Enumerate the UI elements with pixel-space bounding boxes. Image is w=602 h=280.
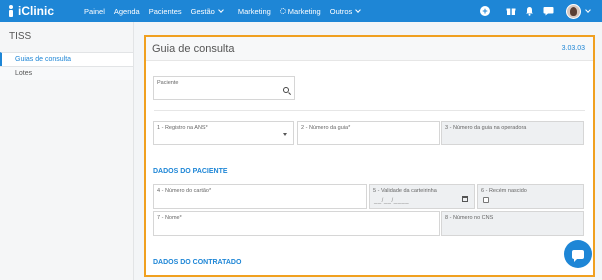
- ans-registry-label: 1 - Registro na ANS*: [157, 125, 208, 131]
- avatar: [566, 3, 581, 19]
- guide-number-label: 2 - Número da guia*: [301, 125, 351, 131]
- nav-item-outros-label: Outros: [329, 6, 353, 16]
- nav-item-marketing-settings[interactable]: Marketing: [279, 6, 321, 16]
- chevron-down-icon: [218, 7, 224, 13]
- card-validity-input[interactable]: 5 - Validade da carteirinha __/__/____: [369, 184, 475, 209]
- newborn-label: 6 - Recém nascido: [481, 188, 527, 194]
- add-button[interactable]: +: [480, 6, 490, 16]
- operator-guide-number-input: 3 - Número da guia na operadora: [441, 121, 584, 145]
- patient-name-label: 7 - Nome*: [157, 215, 182, 221]
- guide-form-card: Guia de consulta 3.03.03 Paciente 1 - Re…: [144, 35, 595, 277]
- cns-number-input: 8 - Número no CNS: [441, 211, 584, 236]
- card-number-label: 4 - Número do cartão*: [157, 188, 212, 194]
- cns-number-label: 8 - Número no CNS: [445, 215, 494, 221]
- chat-icon: [572, 249, 584, 262]
- search-icon[interactable]: [283, 87, 289, 93]
- gift-icon[interactable]: [506, 6, 516, 16]
- brand-name: iClinic: [18, 4, 55, 18]
- patient-search-input[interactable]: Paciente: [153, 76, 295, 100]
- chevron-down-icon: [283, 133, 287, 136]
- sidebar-title: TISS: [9, 31, 32, 42]
- message-icon[interactable]: [543, 6, 554, 16]
- chat-button[interactable]: [564, 240, 592, 268]
- card-validity-value: __/__/____: [374, 198, 410, 204]
- card-number-input[interactable]: 4 - Número do cartão*: [153, 184, 367, 209]
- section-patient-data: DADOS DO PACIENTE: [153, 168, 228, 175]
- nav-item-gestao[interactable]: Gestão: [190, 6, 224, 16]
- newborn-checkbox[interactable]: [483, 197, 489, 203]
- chevron-down-icon: [355, 7, 362, 13]
- nav-item-marketing[interactable]: Marketing: [238, 7, 271, 16]
- section-contracted-data: DADOS DO CONTRATADO: [153, 259, 242, 266]
- sidebar: TISS Guias de consulta Lotes: [0, 22, 134, 280]
- ans-registry-select[interactable]: 1 - Registro na ANS*: [153, 121, 294, 145]
- nav-item-outros[interactable]: Outros: [329, 6, 362, 16]
- chevron-down-icon: [585, 7, 591, 13]
- sidebar-item-lotes[interactable]: Lotes: [0, 66, 133, 80]
- divider: [154, 110, 585, 111]
- plus-circle-icon: +: [480, 6, 490, 16]
- nav-item-agenda[interactable]: Agenda: [114, 7, 140, 16]
- top-icons: +: [471, 0, 591, 22]
- nav-item-painel[interactable]: Painel: [84, 7, 105, 16]
- guide-number-input[interactable]: 2 - Número da guia*: [297, 121, 440, 145]
- nav-item-pacientes[interactable]: Pacientes: [149, 7, 182, 16]
- top-navbar: iClinic Painel Agenda Pacientes Gestão M…: [0, 0, 602, 22]
- nav-item-gestao-label: Gestão: [190, 6, 215, 16]
- card-header: Guia de consulta 3.03.03: [146, 37, 593, 61]
- newborn-field: 6 - Recém nascido: [477, 184, 584, 209]
- calendar-icon[interactable]: [462, 196, 468, 202]
- iclinic-logo-icon: [7, 5, 15, 17]
- gear-icon: [279, 8, 286, 14]
- bell-icon[interactable]: [525, 6, 534, 16]
- nav-item-marketing-settings-label: Marketing: [287, 6, 321, 16]
- tiss-version: 3.03.03: [561, 45, 585, 52]
- card-validity-label: 5 - Validade da carteirinha: [373, 188, 437, 194]
- sidebar-item-guias-de-consulta[interactable]: Guias de consulta: [0, 52, 133, 66]
- main-nav: Painel Agenda Pacientes Gestão Marketing…: [84, 7, 369, 16]
- patient-search-label: Paciente: [157, 80, 179, 86]
- user-menu[interactable]: [566, 3, 591, 19]
- patient-name-input[interactable]: 7 - Nome*: [153, 211, 440, 236]
- operator-guide-number-label: 3 - Número da guia na operadora: [445, 125, 527, 131]
- brand-logo[interactable]: iClinic: [7, 4, 54, 18]
- page-title: Guia de consulta: [152, 42, 235, 55]
